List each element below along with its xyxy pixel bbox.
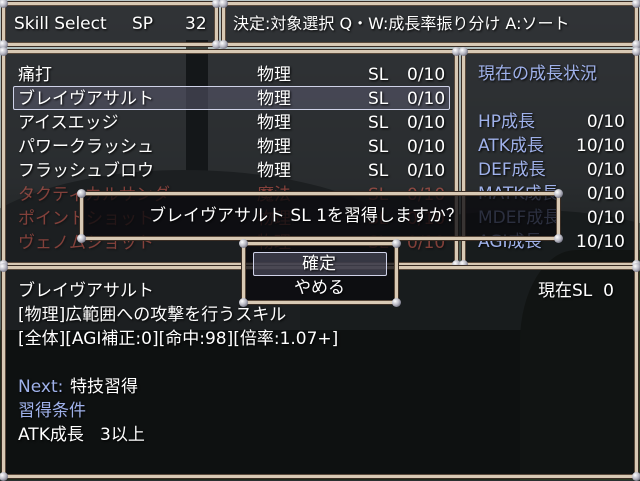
learn-prompt-dialog: ブレイヴアサルト SL 1を習得しますか？	[77, 189, 563, 243]
next-value: 特技習得	[70, 377, 138, 397]
sp-label: SP	[132, 14, 154, 34]
confirm-choice-window: 確定 やめる	[239, 239, 401, 307]
condition-value: ATK成長 3以上	[18, 425, 145, 445]
skill-sl-label: SL	[368, 137, 389, 157]
growth-stat-label: DEF成長	[478, 160, 546, 180]
help-text: 決定:対象選択 Q・W:成長率振り分け A:ソート	[233, 14, 570, 33]
growth-stat-value: 0/10	[586, 184, 625, 204]
skill-name: フラッシュブロウ	[18, 161, 154, 181]
help-window: 決定:対象選択 Q・W:成長率振り分け A:ソート	[219, 0, 640, 49]
skill-type: 物理	[257, 137, 291, 157]
growth-stat-value: 0/10	[586, 112, 625, 132]
skill-sl-label: SL	[368, 113, 389, 133]
skill-name: アイスエッジ	[18, 113, 119, 133]
prompt-text: ブレイヴアサルト SL 1を習得しますか？	[149, 206, 463, 226]
skill-level: 0/10	[407, 137, 446, 157]
skill-level: 0/10	[407, 65, 446, 85]
sp-value: 32	[185, 14, 207, 34]
growth-title: 現在の成長状況	[478, 64, 597, 84]
skill-level: 0/10	[407, 113, 446, 133]
skill-type: 物理	[257, 161, 291, 181]
growth-stat-value: 10/10	[576, 136, 625, 156]
skill-name: パワークラッシュ	[18, 137, 154, 157]
growth-stat-value: 10/10	[576, 232, 625, 252]
skill-type: 物理	[257, 113, 291, 133]
detail-skill-name: ブレイヴアサルト	[18, 281, 154, 301]
detail-description: [物理]広範囲への攻撃を行うスキル	[18, 305, 287, 325]
confirm-button[interactable]: 確定	[302, 252, 336, 276]
skill-type: 物理	[257, 89, 291, 109]
skill-sl-label: SL	[368, 89, 389, 109]
next-label: Next:	[18, 377, 64, 397]
growth-stat-label: HP成長	[478, 112, 536, 132]
detail-current-sl: 現在SL 0	[538, 281, 614, 301]
skill-level: 0/10	[407, 89, 446, 109]
skill-select-title: Skill Select	[14, 14, 107, 34]
skill-sl-label: SL	[368, 65, 389, 85]
skill-type: 物理	[257, 65, 291, 85]
detail-stats: [全体][AGI補正:0][命中:98][倍率:1.07+]	[18, 329, 339, 349]
skill-name: ブレイヴアサルト	[18, 89, 154, 109]
cancel-button[interactable]: やめる	[294, 276, 345, 300]
skill-name: 痛打	[18, 65, 52, 85]
growth-stat-value: 0/10	[586, 208, 625, 228]
sp-window: Skill Select SP 32	[0, 0, 221, 49]
growth-stat-value: 0/10	[586, 160, 625, 180]
skill-sl-label: SL	[368, 161, 389, 181]
skill-level: 0/10	[407, 161, 446, 181]
condition-label: 習得条件	[18, 401, 86, 421]
growth-stat-label: ATK成長	[478, 136, 544, 156]
